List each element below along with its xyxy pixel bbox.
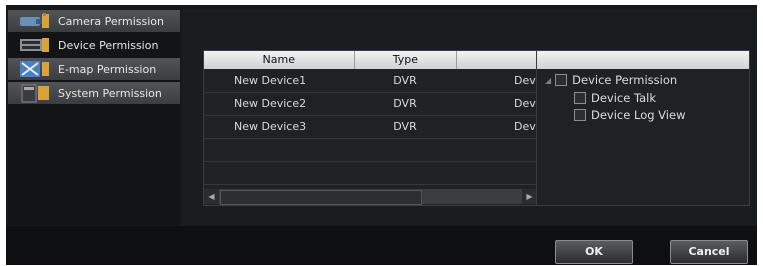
device-icon bbox=[18, 35, 50, 55]
checkbox[interactable] bbox=[574, 109, 586, 121]
scroll-left-icon[interactable]: ◀ bbox=[204, 189, 219, 204]
sidebar-item-device-permission[interactable]: Device Permission bbox=[8, 34, 180, 56]
camera-icon bbox=[18, 11, 50, 31]
tree-header bbox=[537, 51, 749, 69]
device-table: Name Type New Device1 DVR Devic New Devi… bbox=[203, 50, 538, 206]
table-header: Name Type bbox=[204, 51, 537, 69]
tree-node-device-talk[interactable]: Device Talk bbox=[574, 91, 656, 105]
cell-type: DVR bbox=[393, 74, 417, 87]
column-header-name[interactable]: Name bbox=[204, 51, 355, 69]
tree-node-root[interactable]: ◢ Device Permission bbox=[545, 73, 677, 87]
tree-node-label: Device Permission bbox=[572, 73, 678, 87]
cell-name: New Device3 bbox=[234, 120, 307, 133]
permission-tree: ◢ Device Permission Device Talk Device L… bbox=[536, 50, 750, 206]
table-row-empty bbox=[204, 162, 537, 185]
cancel-button[interactable]: Cancel bbox=[670, 240, 748, 264]
system-icon bbox=[18, 83, 50, 103]
tree-node-device-log-view[interactable]: Device Log View bbox=[574, 108, 685, 122]
dialog-footer bbox=[6, 226, 757, 265]
horizontal-scrollbar[interactable]: ◀ ▶ bbox=[204, 189, 537, 205]
table-row[interactable]: New Device2 DVR Devic bbox=[204, 93, 537, 116]
cell-name: New Device1 bbox=[234, 74, 307, 87]
cell-type: DVR bbox=[393, 120, 417, 133]
table-row-empty bbox=[204, 139, 537, 162]
cell-extra: Devic bbox=[514, 120, 536, 133]
scroll-right-icon[interactable]: ▶ bbox=[522, 189, 537, 204]
column-header-type[interactable]: Type bbox=[355, 51, 458, 69]
checkbox[interactable] bbox=[574, 92, 586, 104]
ok-button[interactable]: OK bbox=[555, 240, 633, 264]
sidebar-item-label: Camera Permission bbox=[58, 14, 164, 28]
emap-icon bbox=[18, 59, 50, 79]
sidebar-item-label: System Permission bbox=[58, 86, 162, 100]
scroll-thumb[interactable] bbox=[220, 190, 422, 205]
table-row[interactable]: New Device3 DVR Devic bbox=[204, 116, 537, 139]
sidebar-item-emap-permission[interactable]: E-map Permission bbox=[8, 58, 180, 80]
checkbox[interactable] bbox=[555, 74, 568, 86]
table-row[interactable]: New Device1 DVR Devic bbox=[204, 70, 537, 93]
column-header-extra[interactable] bbox=[457, 51, 537, 69]
cell-type: DVR bbox=[393, 97, 417, 110]
tree-node-label: Device Talk bbox=[591, 91, 657, 105]
sidebar-item-system-permission[interactable]: System Permission bbox=[8, 82, 180, 104]
cell-extra: Devic bbox=[514, 97, 536, 110]
cell-extra: Devic bbox=[514, 74, 536, 87]
cell-name: New Device2 bbox=[234, 97, 307, 110]
sidebar-item-camera-permission[interactable]: Camera Permission bbox=[8, 10, 180, 32]
collapse-triangle-icon[interactable]: ◢ bbox=[545, 76, 551, 85]
sidebar-item-label: E-map Permission bbox=[58, 62, 157, 76]
sidebar-item-label: Device Permission bbox=[58, 38, 159, 52]
tree-node-label: Device Log View bbox=[591, 108, 686, 122]
